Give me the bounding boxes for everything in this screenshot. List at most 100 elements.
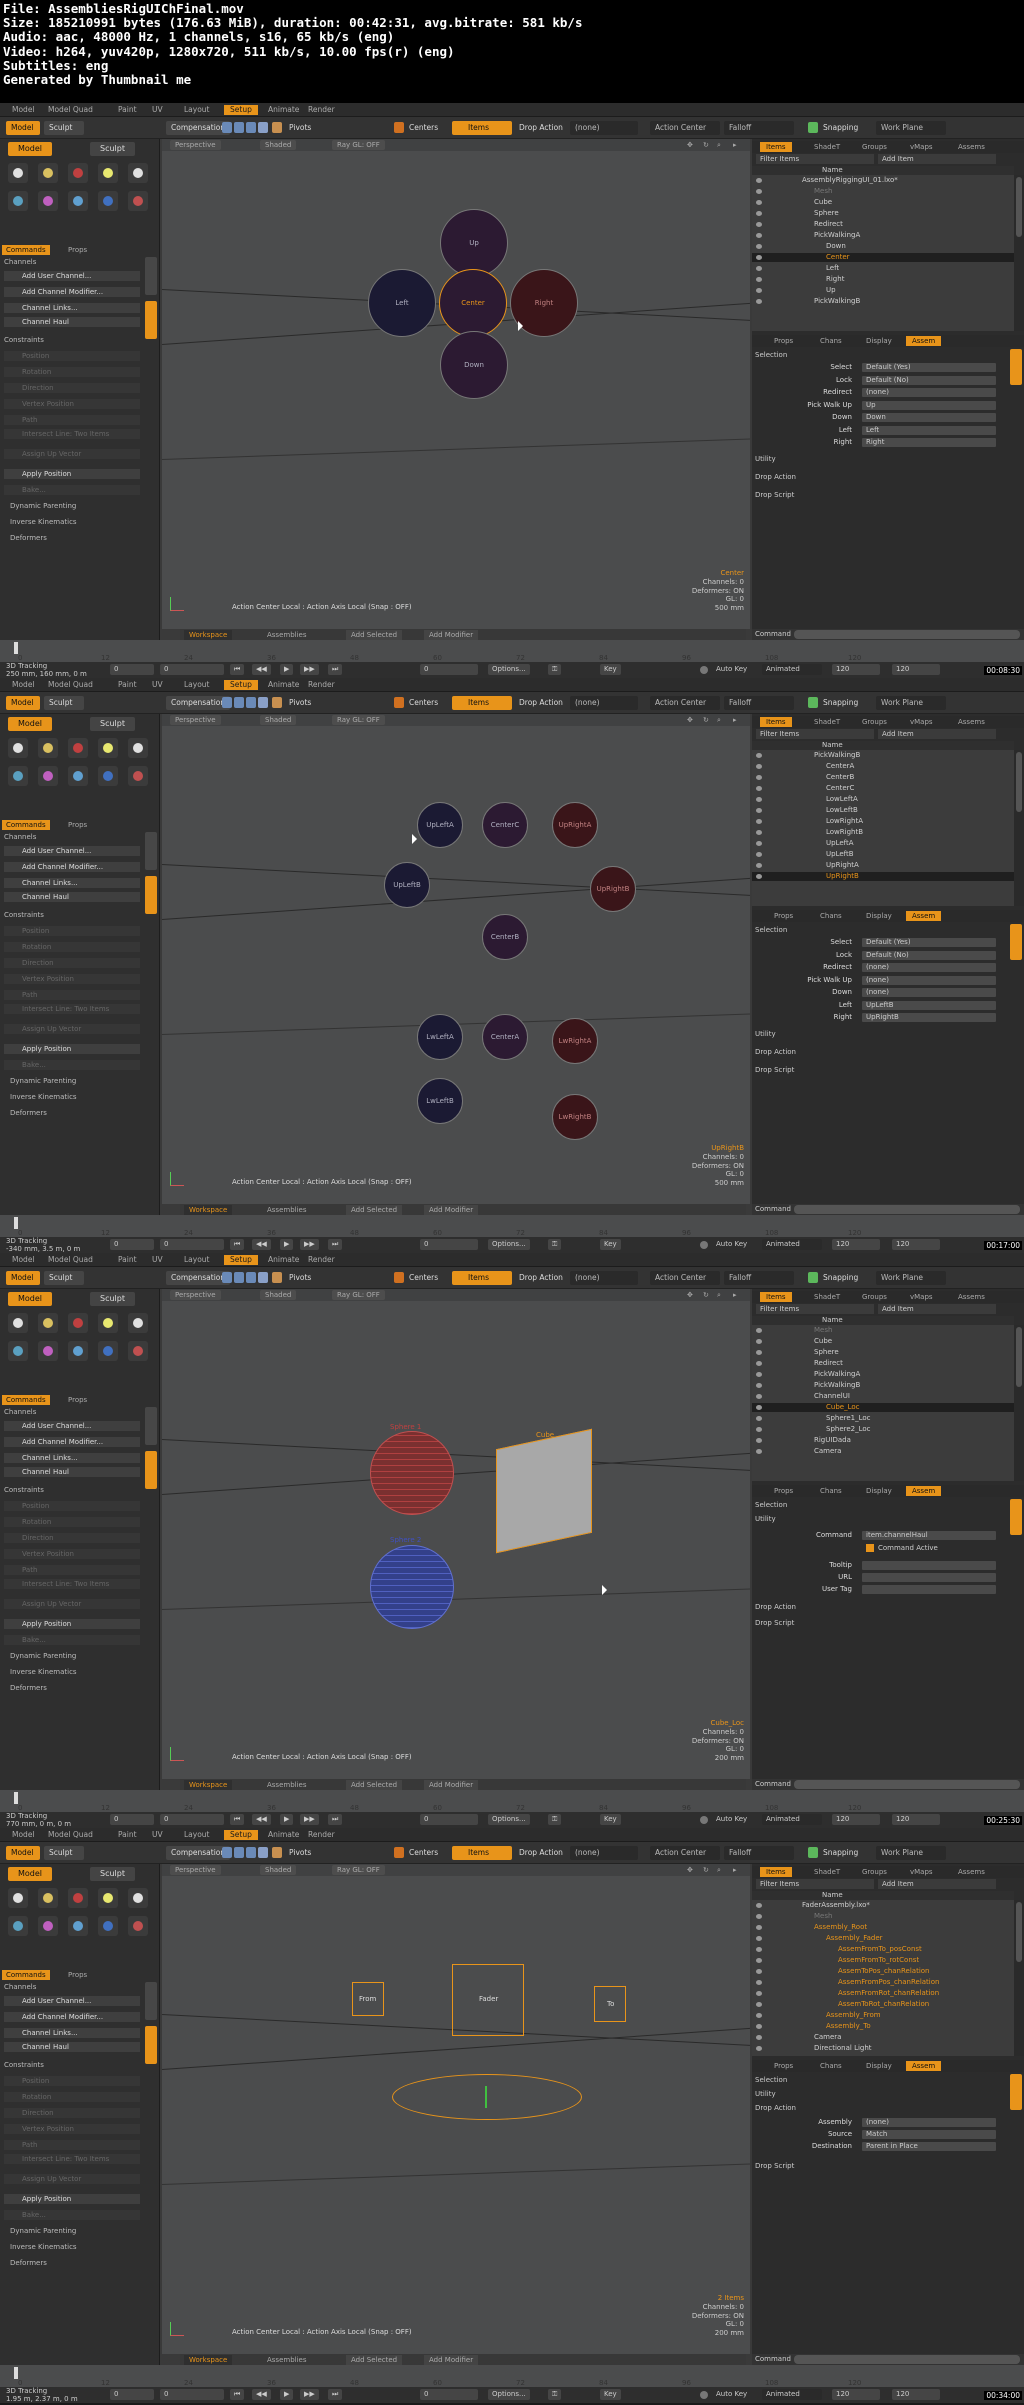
transform-tool-icon[interactable] — [38, 738, 58, 758]
3d-viewport[interactable]: Perspective Shaded Ray GL: OFF ✥ ↻ ⌕ ▸ U… — [162, 714, 750, 1204]
transform-tool-icon[interactable] — [128, 766, 148, 786]
properties-tab[interactable]: Props — [768, 2061, 799, 2071]
transform-tool-icon[interactable] — [38, 1341, 58, 1361]
main-tab[interactable]: Model — [6, 680, 41, 690]
commands-tab[interactable]: Commands — [2, 1970, 50, 1980]
drop-action-dropdown[interactable]: (none) — [570, 1271, 638, 1285]
transform-tool-icon[interactable] — [8, 191, 28, 211]
transform-tool-icon[interactable] — [8, 738, 28, 758]
visibility-eye-icon[interactable] — [756, 255, 762, 260]
field-value-dropdown[interactable]: Default (Yes) — [862, 363, 996, 372]
go-start-button[interactable]: ⏮ — [230, 1814, 245, 1825]
items-mode-button[interactable]: Items — [452, 121, 512, 135]
items-mode-button[interactable]: Items — [452, 1846, 512, 1860]
item-tree-row[interactable]: AssemFromTo_rotConst — [752, 1956, 1014, 1965]
visibility-eye-icon[interactable] — [756, 1383, 762, 1388]
field-value-dropdown[interactable]: Default (No) — [862, 375, 996, 385]
go-start-button[interactable]: ⏮ — [230, 1239, 245, 1250]
end-frame-field[interactable]: 120 — [832, 1814, 880, 1825]
drop-action-section[interactable]: Drop Action — [755, 2104, 796, 2112]
select-vertices-icon[interactable] — [222, 697, 232, 708]
start-frame-field[interactable]: 0 — [110, 2389, 154, 2400]
shaded-dropdown[interactable]: Shaded — [260, 140, 297, 150]
drop-script-section[interactable]: Drop Script — [755, 1619, 794, 1627]
item-tree-row[interactable]: Assembly_Root — [752, 1923, 1014, 1932]
command-apply-position[interactable]: Apply Position — [4, 1619, 140, 1629]
commands-tab[interactable]: Commands — [2, 1395, 50, 1405]
transform-tool-icon[interactable] — [68, 191, 88, 211]
drop-action-section[interactable]: Drop Action — [755, 473, 796, 481]
select-materials-icon[interactable] — [258, 1272, 268, 1283]
item-tree-row[interactable]: Up — [752, 286, 1014, 295]
snapping-toggle[interactable]: Snapping — [818, 1846, 863, 1860]
item-tree-row[interactable]: UpRightB — [752, 872, 1014, 881]
item-tree-row[interactable]: Camera — [752, 1447, 1014, 1456]
command-active-checkbox[interactable] — [866, 1544, 874, 1552]
command-apply-position[interactable]: Apply Position — [4, 2194, 140, 2204]
key-icon[interactable]: ⚿ — [548, 664, 562, 675]
item-list-tab[interactable]: Groups — [856, 1867, 893, 1877]
visibility-eye-icon[interactable] — [756, 775, 762, 780]
command-add-channel-modifier[interactable]: Add Channel Modifier... — [4, 287, 140, 297]
command-input[interactable] — [794, 630, 1020, 639]
modifiers-side-tab[interactable] — [145, 301, 157, 339]
command-inverse-kinematics[interactable]: Inverse Kinematics — [4, 1092, 140, 1102]
current-frame-field[interactable]: 0 — [160, 664, 224, 675]
snapping-toggle[interactable]: Snapping — [818, 1271, 863, 1285]
visibility-eye-icon[interactable] — [756, 1328, 762, 1333]
visibility-eye-icon[interactable] — [756, 819, 762, 824]
properties-tab[interactable]: Props — [768, 911, 799, 921]
falloff-dropdown[interactable]: Falloff — [724, 121, 794, 135]
falloff-dropdown[interactable]: Falloff — [724, 696, 794, 710]
item-tree-row[interactable]: Cube — [752, 1337, 1014, 1346]
command-apply-position[interactable]: Apply Position — [4, 469, 140, 479]
modifiers-side-tab[interactable] — [145, 2026, 157, 2064]
field-value-dropdown[interactable]: Match — [862, 2130, 996, 2139]
visibility-eye-icon[interactable] — [756, 2002, 762, 2007]
item-tree-row[interactable]: Left — [752, 264, 1014, 273]
setup-side-tab[interactable] — [145, 1407, 157, 1445]
transform-tool-icon[interactable] — [68, 766, 88, 786]
key-icon[interactable]: ⚿ — [548, 2389, 562, 2400]
url-field[interactable] — [862, 1573, 996, 1582]
item-tree-row[interactable]: AssemToRot_chanRelation — [752, 2000, 1014, 2009]
model-mode-button[interactable]: Model — [6, 696, 40, 710]
pivots-mode-button[interactable]: Pivots — [284, 696, 316, 710]
select-polygons-icon[interactable] — [246, 122, 256, 133]
drop-action-section[interactable]: Drop Action — [755, 1603, 796, 1611]
visibility-eye-icon[interactable] — [756, 266, 762, 271]
auto-key-toggle[interactable] — [700, 2391, 708, 2399]
item-list-tab[interactable]: Assems — [952, 717, 991, 727]
commands-tab[interactable]: Commands — [2, 820, 50, 830]
sculpt-mode-button[interactable]: Sculpt — [44, 696, 84, 710]
transform-tool-icon[interactable] — [8, 1313, 28, 1333]
item-tree-row[interactable]: Cube_Loc — [752, 1403, 1014, 1412]
transform-tool-icon[interactable] — [68, 1888, 88, 1908]
item-tree-row[interactable]: PickWalkingA — [752, 231, 1014, 240]
pickwalk-node[interactable]: CenterA — [482, 1014, 528, 1060]
item-tree-row[interactable]: PickWalkingB — [752, 751, 1014, 760]
transform-tool-icon[interactable] — [38, 191, 58, 211]
key-button[interactable]: Key — [600, 1814, 621, 1825]
select-edges-icon[interactable] — [234, 697, 244, 708]
key-icon[interactable]: ⚿ — [548, 1239, 562, 1250]
visibility-eye-icon[interactable] — [756, 1903, 762, 1908]
main-tab[interactable]: UV — [146, 105, 169, 115]
prev-key-button[interactable]: ◀◀ — [252, 1814, 271, 1825]
main-tab[interactable]: Model — [6, 1830, 41, 1840]
command-input[interactable] — [794, 1780, 1020, 1789]
key-button[interactable]: Key — [600, 2389, 621, 2400]
work-plane-dropdown[interactable]: Work Plane — [876, 1271, 946, 1285]
range-end-field[interactable]: 120 — [892, 664, 940, 675]
3d-viewport[interactable]: Perspective Shaded Ray GL: OFF ✥ ↻ ⌕ ▸ S… — [162, 1289, 750, 1779]
play-button[interactable]: ▶ — [280, 1239, 294, 1250]
drop-script-section[interactable]: Drop Script — [755, 2162, 794, 2170]
add-selected-button[interactable]: Add Selected — [346, 1205, 403, 1215]
pickwalk-node[interactable]: UpLeftB — [384, 862, 430, 908]
start-frame-field[interactable]: 0 — [110, 664, 154, 675]
transform-tool-icon[interactable] — [38, 163, 58, 183]
item-list-tab[interactable]: ShadeT — [808, 142, 846, 152]
select-materials-icon[interactable] — [258, 122, 268, 133]
main-tab[interactable]: Layout — [178, 1255, 216, 1265]
zoom-view-icon[interactable]: ⌕ — [712, 715, 726, 725]
